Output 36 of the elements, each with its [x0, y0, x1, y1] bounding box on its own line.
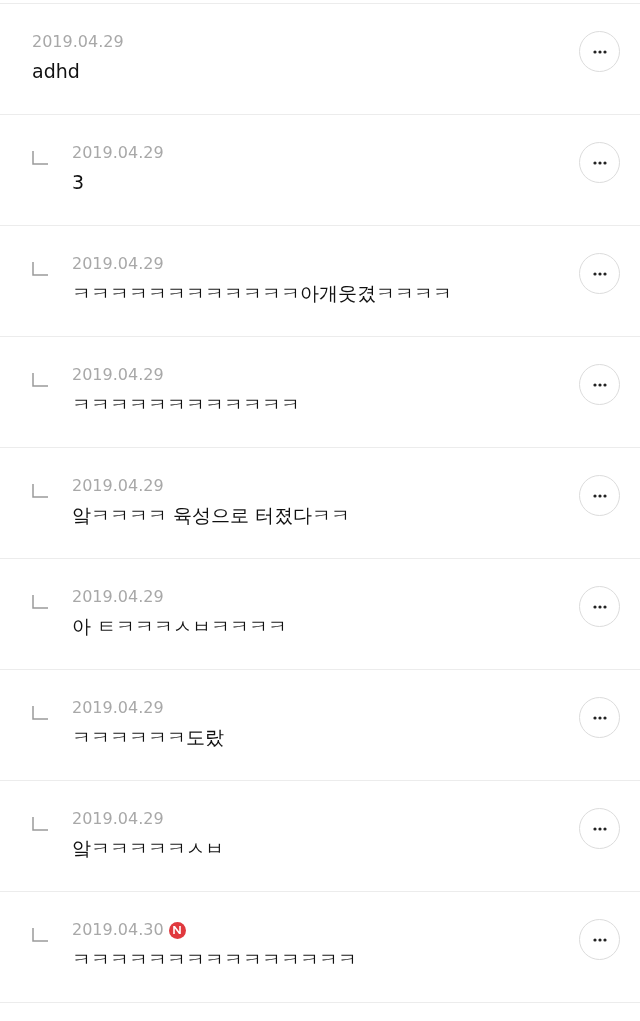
more-button[interactable]: [579, 31, 620, 72]
comment-text: ㅋㅋㅋㅋㅋㅋㅋㅋㅋㅋㅋㅋㅋㅋㅋ: [72, 947, 357, 972]
more-icon: [592, 160, 607, 165]
more-icon: [592, 493, 607, 498]
comment-date: 2019.04.29: [72, 142, 164, 164]
comment-date: 2019.04.30: [72, 919, 164, 941]
more-icon: [592, 271, 607, 276]
comment-text: adhd: [32, 59, 80, 84]
comment-text: ㅋㅋㅋㅋㅋㅋㅋㅋㅋㅋㅋㅋ: [72, 392, 300, 417]
comment-text: ㅋㅋㅋㅋㅋㅋㅋㅋㅋㅋㅋㅋ아개웃겼ㅋㅋㅋㅋ: [72, 281, 452, 306]
comment-date: 2019.04.29: [72, 808, 164, 830]
more-button[interactable]: [579, 919, 620, 960]
more-button[interactable]: [579, 586, 620, 627]
comment-text: 앜ㅋㅋㅋㅋ 육성으로 터졌다ㅋㅋ: [72, 503, 351, 528]
more-button[interactable]: [579, 808, 620, 849]
more-icon: [592, 937, 607, 942]
more-button[interactable]: [579, 475, 620, 516]
more-icon: [592, 382, 607, 387]
comment-date: 2019.04.29: [72, 253, 164, 275]
comment-text: 앜ㅋㅋㅋㅋㅋㅅㅂ: [72, 836, 224, 861]
more-button[interactable]: [579, 142, 620, 183]
comment-text: 3: [72, 170, 85, 195]
comment-date: 2019.04.29: [72, 364, 164, 386]
comment-date: 2019.04.29: [72, 586, 164, 608]
more-icon: [592, 49, 607, 54]
comment-date: 2019.04.29: [72, 475, 164, 497]
comment-text: 아 ㅌㅋㅋㅋㅅㅂㅋㅋㅋㅋ: [72, 614, 288, 639]
more-icon: [592, 604, 607, 609]
comment-text: ㅋㅋㅋㅋㅋㅋ도랐: [72, 725, 224, 750]
more-icon: [592, 715, 607, 720]
more-button[interactable]: [579, 697, 620, 738]
more-button[interactable]: [579, 253, 620, 294]
more-button[interactable]: [579, 364, 620, 405]
more-icon: [592, 826, 607, 831]
comment-date: 2019.04.29: [72, 697, 164, 719]
comment-date: 2019.04.29: [32, 31, 124, 53]
